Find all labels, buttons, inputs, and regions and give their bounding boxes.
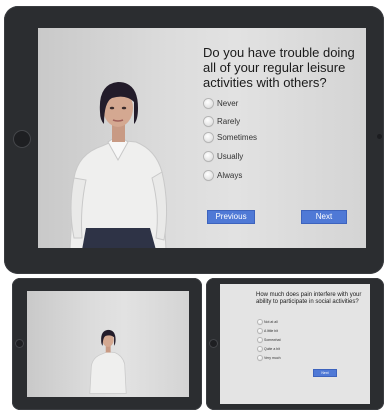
thumbnail-tablet-right: How much does pain interfere with your a… bbox=[206, 278, 384, 410]
option-rarely[interactable]: Rarely bbox=[204, 117, 240, 126]
option-label: Never bbox=[217, 99, 239, 108]
radio-icon[interactable] bbox=[258, 347, 262, 351]
option-somewhat[interactable]: Somewhat bbox=[258, 338, 281, 342]
option-never[interactable]: Never bbox=[204, 99, 238, 108]
option-quite-a-bit[interactable]: Quite a bit bbox=[258, 347, 280, 351]
home-button[interactable] bbox=[13, 130, 31, 148]
option-label: Sometimes bbox=[217, 133, 258, 142]
question-text: Do you have trouble doing all of your re… bbox=[203, 45, 355, 90]
radio-icon[interactable] bbox=[258, 338, 262, 342]
radio-icon[interactable] bbox=[258, 320, 262, 324]
radio-icon[interactable] bbox=[204, 171, 213, 180]
option-label: Very much bbox=[264, 356, 281, 360]
survey-screen: Do you have trouble doing all of your re… bbox=[38, 28, 366, 248]
option-a-little-bit[interactable]: A little bit bbox=[258, 329, 278, 333]
avatar-figure bbox=[89, 329, 127, 394]
option-label: Not at all bbox=[264, 320, 278, 324]
option-sometimes[interactable]: Sometimes bbox=[204, 133, 257, 142]
radio-icon[interactable] bbox=[204, 117, 213, 126]
main-tablet: Do you have trouble doing all of your re… bbox=[4, 6, 384, 274]
radio-icon[interactable] bbox=[258, 329, 262, 333]
next-button[interactable]: Next bbox=[314, 370, 336, 376]
option-label: A little bit bbox=[264, 329, 279, 333]
thumbnail-screen-left bbox=[27, 291, 189, 397]
option-label: Always bbox=[217, 171, 243, 180]
option-usually[interactable]: Usually bbox=[204, 152, 243, 161]
option-not-at-all[interactable]: Not at all bbox=[258, 320, 278, 324]
previous-button[interactable]: Previous bbox=[208, 211, 254, 223]
thumbnail-tablet-left bbox=[12, 278, 202, 410]
thumbnail-screen-right: How much does pain interfere with your a… bbox=[220, 284, 370, 404]
home-button[interactable] bbox=[15, 339, 24, 348]
question-text: How much does pain interfere with your a… bbox=[256, 292, 362, 305]
radio-icon[interactable] bbox=[204, 99, 213, 108]
option-label: Somewhat bbox=[264, 338, 281, 342]
radio-icon[interactable] bbox=[204, 152, 213, 161]
option-very-much[interactable]: Very much bbox=[258, 356, 281, 360]
next-button[interactable]: Next bbox=[302, 211, 346, 223]
option-always[interactable]: Always bbox=[204, 171, 242, 180]
radio-icon[interactable] bbox=[204, 133, 213, 142]
radio-icon[interactable] bbox=[258, 356, 262, 360]
option-label: Usually bbox=[217, 152, 244, 161]
avatar-figure bbox=[69, 82, 168, 248]
option-label: Rarely bbox=[217, 117, 241, 126]
camera-icon bbox=[377, 134, 382, 139]
option-label: Quite a bit bbox=[264, 347, 280, 351]
home-button[interactable] bbox=[209, 339, 218, 348]
